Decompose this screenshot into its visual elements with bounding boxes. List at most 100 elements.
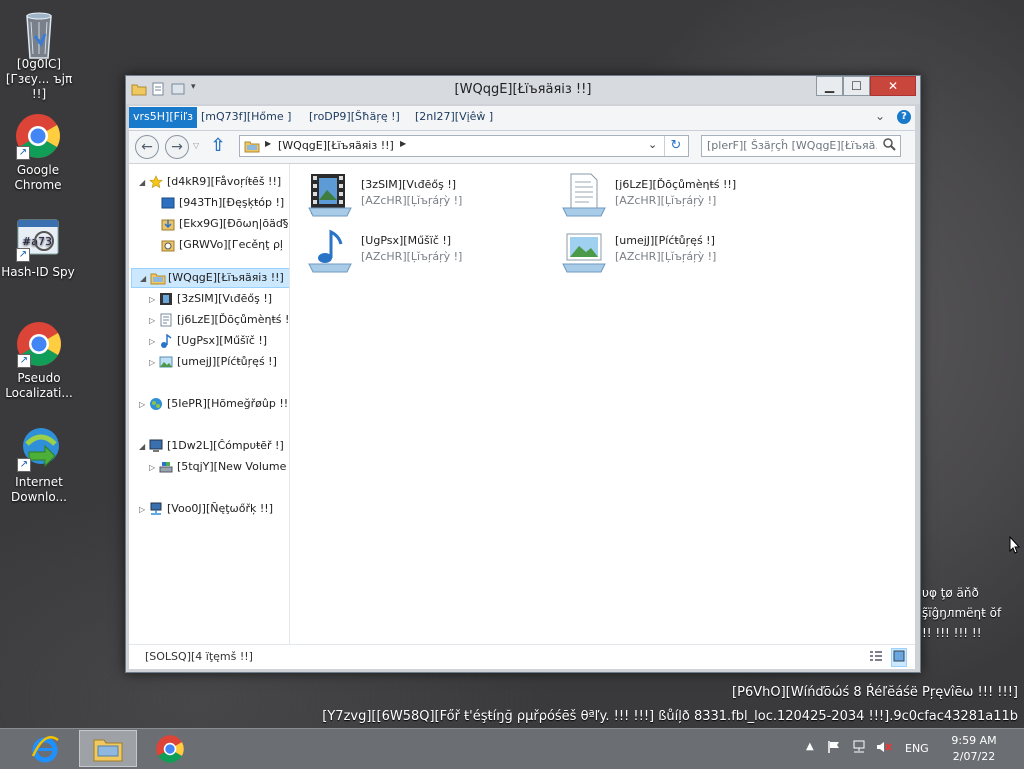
music-icon <box>159 333 173 348</box>
expand-arrow-icon[interactable]: ▷ <box>139 501 149 519</box>
expand-arrow-icon[interactable]: ▷ <box>139 396 149 414</box>
tree-documents[interactable]: ▷ [j6LzE][Ďōçůmèηŧś ! <box>149 311 289 329</box>
close-button[interactable]: ✕ <box>870 76 916 96</box>
tab-view[interactable]: [2nI27][Vįêŵ ] <box>415 110 493 123</box>
tree-label: [Voo0J][Ñęţωőřķ !!] <box>167 502 273 515</box>
recent-places-icon <box>161 238 175 252</box>
tree-label: [umejJ][Píćŧůŗęś !] <box>177 355 277 368</box>
title-bar[interactable]: ▾ [WQqgE][Łїъяäяіз !!] ▁ ☐ ✕ <box>126 76 920 104</box>
drive-icon <box>159 460 173 474</box>
chrome-icon: ↗ <box>14 112 62 160</box>
library-item[interactable]: [UgPsx][Műšïč !] [AZcHR][Ļĭъŗáŗỳ !] <box>307 228 547 278</box>
internet-download-manager-icon: ↗ <box>15 424 63 472</box>
tree-pictures[interactable]: ▷ [umejJ][Píćŧůŗęś !] <box>149 353 277 371</box>
computer-icon <box>149 439 163 453</box>
explorer-window[interactable]: ▾ [WQqgE][Łїъяäяіз !!] ▁ ☐ ✕ vrs5H][Fіľз… <box>125 75 921 673</box>
expand-arrow-icon[interactable]: ▷ <box>149 291 159 309</box>
status-bar: [SOLSQ][4 ïţęmš !!] <box>129 644 915 669</box>
taskbar-app-file-explorer[interactable] <box>79 730 137 767</box>
breadcrumb-arrow-icon[interactable]: ▶ <box>265 139 271 148</box>
watermark-build-info: [Y7zvg][[6W58Q][Főř ŧ'éşŧíŋğ ρµřρóśēš θª… <box>322 709 1018 724</box>
file-explorer-icon <box>92 734 124 767</box>
tree-downloads[interactable]: [Ekx9G][Đōωη|ōäď§ <box>161 215 288 233</box>
navigation-pane[interactable]: ◢ [d4kR9][Fåvoŗíŧēš !!] [943Th][Đęşķŧóp !… <box>129 164 290 644</box>
action-center-flag-icon[interactable] <box>827 740 841 757</box>
library-item[interactable]: [umejJ][Píćŧůŗęś !] [AZcHR][Ļĭъŗáŗỳ !] <box>561 228 801 278</box>
search-icon[interactable] <box>882 137 896 156</box>
taskbar-app-internet-explorer[interactable] <box>16 730 74 767</box>
help-icon[interactable]: ? <box>897 110 911 124</box>
minimize-button[interactable]: ▁ <box>816 76 843 96</box>
taskbar-app-chrome[interactable] <box>141 730 199 767</box>
library-name: [3zSIM][Vιđēőş !] <box>361 178 457 191</box>
breadcrumb[interactable]: [WQqgE][Łїъяäяіз !!] <box>278 139 394 152</box>
search-input[interactable]: [plerF][ Šзäŗçĥ [WQqgE][Łїъяä... <box>701 135 901 157</box>
tree-homegroup[interactable]: ▷ [5IePR][Hõmeğřøûp !!] <box>139 395 289 414</box>
tab-home[interactable]: [mQ73f][Hőme ] <box>201 110 291 123</box>
clock-date[interactable]: 2/07/22 <box>948 750 1000 763</box>
tree-label: [5tqjY][New Volume <box>177 460 287 473</box>
library-item[interactable]: [3zSIM][Vιđēőş !] [AZcHR][Ļĭъŗáŗỳ !] <box>307 172 547 222</box>
tree-new-volume[interactable]: ▷ [5tqjY][New Volume <box>149 458 286 476</box>
search-placeholder: [plerF][ Šзäŗçĥ [WQqgE][Łїъяä... <box>707 139 877 152</box>
watermark-partial-line: υφ ţø äňð <box>922 586 979 600</box>
library-item[interactable]: [j6LzE][Ďōçůmèηŧś !!] [AZcHR][Ļĭъŗáŗỳ !] <box>561 172 801 222</box>
desktop-icon-pseudo-localization[interactable]: ↗ Pseudo Localizati... <box>1 320 77 401</box>
language-indicator[interactable]: ENG <box>905 742 929 755</box>
desktop-icon-label: Pseudo Localizati... <box>5 371 73 400</box>
expand-arrow-icon[interactable]: ▷ <box>149 354 159 372</box>
expand-arrow-icon[interactable]: ▷ <box>149 312 159 330</box>
shortcut-arrow-icon: ↗ <box>16 248 30 262</box>
navigation-bar: ← → ▽ ⇧ ▶ [WQqgE][Łїъяäяіз !!] ▶ ⌄ ↻ [pl… <box>129 131 915 163</box>
collapse-arrow-icon[interactable]: ◢ <box>140 270 150 288</box>
desktop-icon-label: Hash-ID Spy <box>1 265 75 279</box>
tree-label: [UgPsx][Műšïč !] <box>177 334 268 347</box>
tree-favorites[interactable]: ◢ [d4kR9][Fåvoŗíŧēš !!] <box>139 173 281 191</box>
address-dropdown-icon[interactable]: ⌄ <box>648 138 657 151</box>
tree-network[interactable]: ▷ [Voo0J][Ñęţωőřķ !!] <box>139 500 273 518</box>
desktop-icon-hash-id-spy[interactable]: #a73 ↗ Hash-ID Spy <box>0 214 76 280</box>
tree-libraries[interactable]: ◢ [WQqgE][Łїъяäяіз !!] <box>131 268 289 288</box>
maximize-button[interactable]: ☐ <box>843 76 870 96</box>
expand-arrow-icon[interactable]: ▷ <box>149 333 159 351</box>
address-bar[interactable]: ▶ [WQqgE][Łїъяäяіз !!] ▶ ⌄ ↻ <box>239 135 689 157</box>
pictures-library-icon <box>561 228 607 274</box>
show-hidden-icons-icon[interactable]: ▲ <box>806 741 814 752</box>
recent-locations-icon[interactable]: ▽ <box>193 141 199 150</box>
network-status-icon[interactable] <box>851 740 867 757</box>
tab-file[interactable]: vrs5H][Fіľз <box>129 107 197 128</box>
homegroup-icon <box>149 397 163 411</box>
breadcrumb-arrow-icon[interactable]: ▶ <box>400 139 406 148</box>
tree-desktop[interactable]: [943Th][Đęşķŧóp !] <box>161 194 284 212</box>
expand-arrow-icon[interactable]: ▷ <box>149 459 159 477</box>
desktop-icon-internet-download-manager[interactable]: ↗ Internet Downlo... <box>1 424 77 505</box>
tree-recent-places[interactable]: [GRWVo][Гесěηţ ρļ <box>161 236 283 254</box>
tree-label: [3zSIM][Vιđēőş !] <box>177 292 273 305</box>
chevron-down-icon[interactable]: ⌄ <box>875 109 885 123</box>
desktop-icon-google-chrome[interactable]: ↗ Google Chrome <box>0 112 76 193</box>
library-name: [j6LzE][Ďōçůmèηŧś !!] <box>615 178 737 191</box>
details-view-icon[interactable] <box>869 649 883 666</box>
downloads-icon <box>161 217 175 231</box>
notification-area: ▲ ENG 9:59 AM 2/07/22 <box>800 729 1024 769</box>
tree-videos[interactable]: ▷ [3zSIM][Vιđēőş !] <box>149 290 272 308</box>
mouse-cursor-icon <box>1009 535 1021 557</box>
network-icon <box>149 502 163 516</box>
library-type: [AZcHR][Ļĭъŗáŗỳ !] <box>615 250 717 263</box>
watermark-partial-line: ş̃ïĝŋлmëηŧ ŏf <box>922 606 1002 620</box>
tree-computer[interactable]: ◢ [1Dw2L][Ĉómpυŧēř !] <box>139 437 284 455</box>
clock-time[interactable]: 9:59 AM <box>948 734 1000 747</box>
tab-share[interactable]: [roDP9][Šħäŗę !] <box>309 110 400 123</box>
refresh-icon[interactable]: ↻ <box>664 136 687 156</box>
large-icons-view-icon[interactable] <box>891 648 907 667</box>
tree-music[interactable]: ▷ [UgPsx][Műšïč !] <box>149 332 267 350</box>
forward-button[interactable]: → <box>165 135 189 159</box>
collapse-arrow-icon[interactable]: ◢ <box>139 438 149 456</box>
desktop-icon-recycle-bin[interactable]: [0g0IC][Гзєу... ъјπ !!] <box>1 6 77 102</box>
back-button[interactable]: ← <box>135 135 159 159</box>
libraries-icon <box>244 139 260 156</box>
volume-muted-icon[interactable] <box>876 740 892 757</box>
up-button[interactable]: ⇧ <box>207 135 229 159</box>
collapse-arrow-icon[interactable]: ◢ <box>139 174 149 192</box>
tree-label: [GRWVo][Гесěηţ ρļ <box>179 238 283 251</box>
